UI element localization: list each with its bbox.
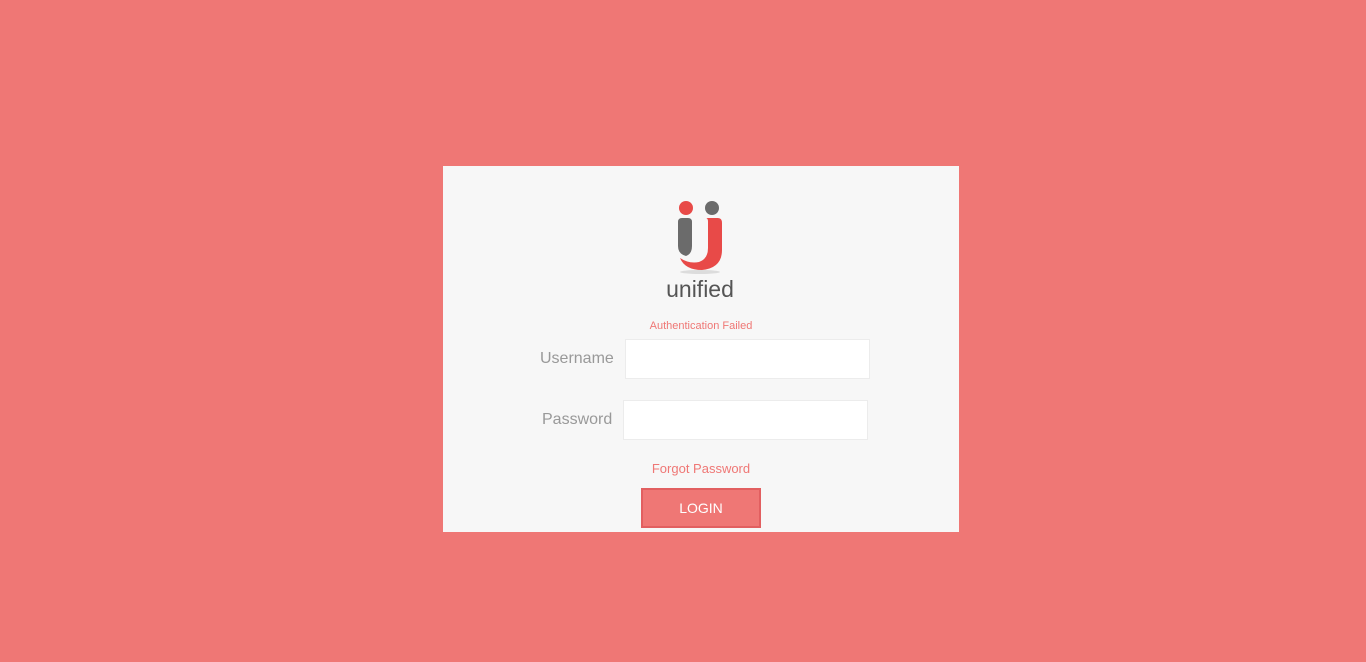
logo-text: unified [666, 276, 734, 302]
auth-error-message: Authentication Failed [649, 320, 753, 332]
username-input[interactable] [625, 339, 870, 379]
username-label: Username [540, 350, 614, 367]
forgot-password-link[interactable]: Forgot Password [443, 461, 959, 476]
unified-logo-mark: unified [666, 201, 734, 302]
password-input[interactable] [623, 400, 868, 440]
login-card: unified Authentication Failed Username P… [443, 166, 959, 532]
password-label: Password [542, 411, 613, 428]
unified-logo: unified [443, 198, 959, 302]
login-button[interactable]: LOGIN [641, 488, 761, 528]
